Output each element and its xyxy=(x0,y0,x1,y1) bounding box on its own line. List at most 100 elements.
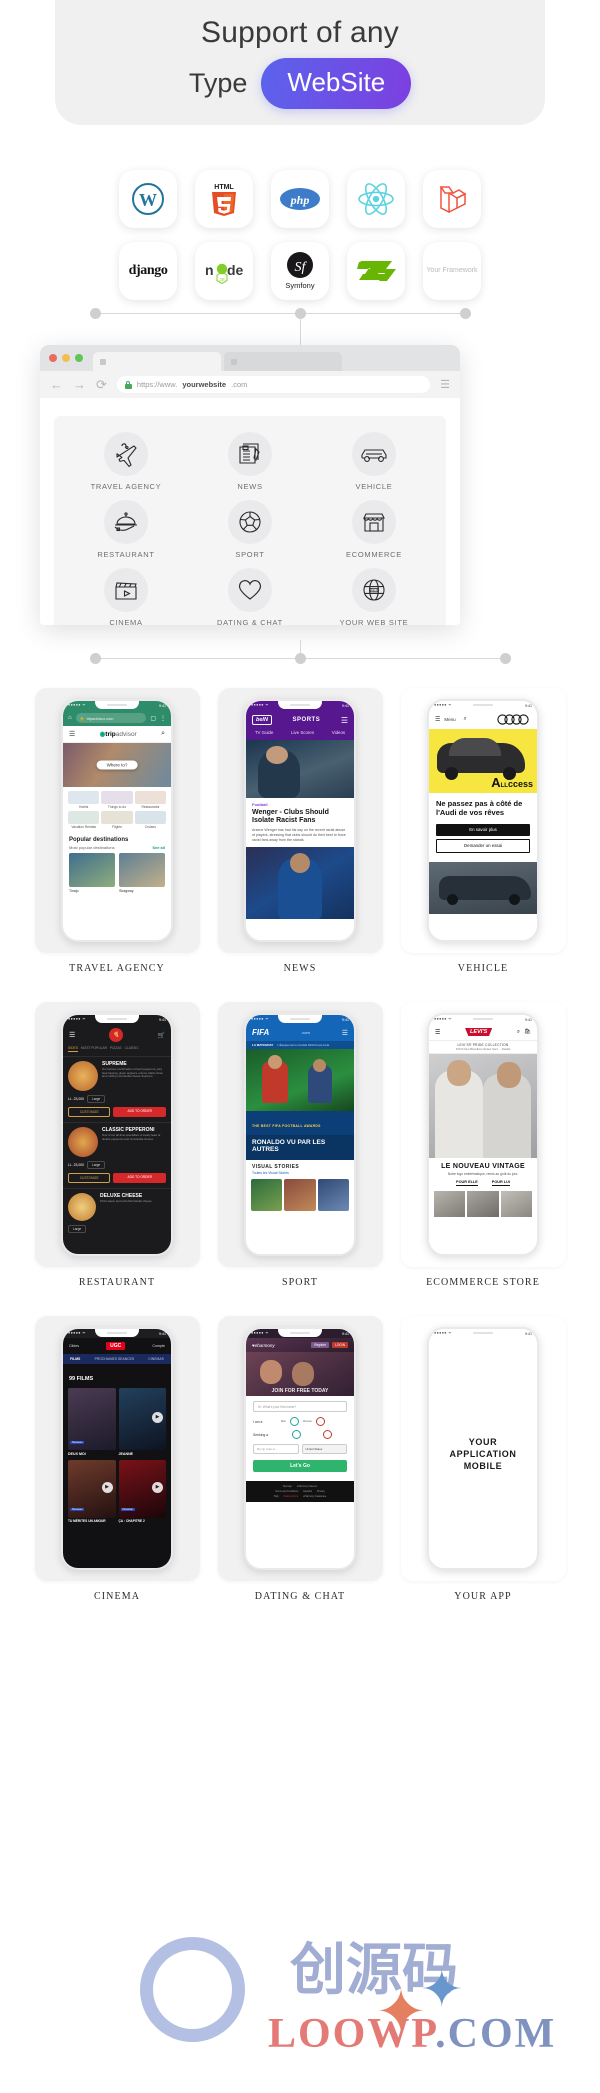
tab-live-scores[interactable]: Live Scores xyxy=(291,730,314,735)
btn-demander-essai[interactable]: Demander un essai xyxy=(436,838,530,853)
tab-classic[interactable]: CLASSIC xyxy=(125,1046,139,1052)
reload-icon[interactable]: ⟳ xyxy=(96,378,107,391)
hamburger-icon[interactable]: ☰ xyxy=(342,1029,348,1037)
tech-logo-django[interactable]: django xyxy=(119,242,177,300)
tile[interactable]: Things to do xyxy=(101,791,133,809)
tab-cinemas[interactable]: CINEMAS xyxy=(148,1357,163,1361)
lets-go-button[interactable]: Let's Go xyxy=(253,1460,347,1472)
login-button[interactable]: LOGIN xyxy=(332,1342,348,1348)
tab-videos[interactable]: Videos xyxy=(332,730,345,735)
film-card[interactable]: Nouveau DEUX MOI xyxy=(68,1388,116,1456)
menu-label[interactable]: Menu xyxy=(444,717,455,722)
destination-card[interactable]: Skagway xyxy=(119,853,165,893)
hero-website-pill[interactable]: WebSite xyxy=(261,58,412,109)
tab-films[interactable]: FILMS xyxy=(70,1357,80,1361)
nav-compte[interactable]: Compte xyxy=(152,1344,165,1348)
category-your-web-site[interactable]: http:// YOUR WEB SITE xyxy=(312,568,436,625)
product-thumb[interactable] xyxy=(467,1191,499,1217)
tab-tv-guide[interactable]: TV Guide xyxy=(255,730,274,735)
menu-item[interactable]: CLASSIC PEPPERONI One of our all-time sp… xyxy=(63,1122,171,1161)
tech-logo-wordpress[interactable]: W xyxy=(119,170,177,228)
tile[interactable]: Cruises xyxy=(134,811,166,829)
tab-most-popular[interactable]: MOST POPULAR xyxy=(81,1046,107,1052)
nav-sub[interactable]: L'Équipement mondial FIFA/Coca-Cola xyxy=(277,1043,329,1047)
tile[interactable]: Hotels xyxy=(68,791,100,809)
radio-seeking-woman[interactable] xyxy=(323,1430,332,1439)
category-vehicle[interactable]: VEHICLE xyxy=(312,432,436,491)
browser-menu-icon[interactable]: ☰ xyxy=(440,378,450,391)
register-button[interactable]: Register xyxy=(311,1342,330,1348)
tech-logo-nodejs[interactable]: n de JS xyxy=(195,242,253,300)
footer-link[interactable]: Dating Advice xyxy=(284,1495,299,1498)
film-card[interactable]: ▶ Nouveau ÇA : CHAPITRE 2 xyxy=(118,1460,166,1524)
overflow-icon[interactable]: ⋮ xyxy=(160,715,166,722)
tech-logo-react[interactable] xyxy=(347,170,405,228)
hamburger-icon[interactable]: ☰ xyxy=(435,716,440,723)
tile[interactable]: Flights xyxy=(101,811,133,829)
article-headline[interactable]: Wenger - Clubs Should Isolate Racist Fan… xyxy=(252,809,348,825)
see-all-link[interactable]: See all xyxy=(152,845,165,850)
category-ecommerce[interactable]: ECOMMERCE xyxy=(312,500,436,559)
maximize-window-dot[interactable] xyxy=(75,354,83,362)
search-icon[interactable]: ⌕ xyxy=(517,1029,520,1036)
address-bar[interactable]: https://www. yourwebsite .com xyxy=(116,376,431,393)
category-cinema[interactable]: CINEMA xyxy=(64,568,188,625)
nav-matchday[interactable]: LA MATCHDAY xyxy=(252,1043,273,1047)
first-name-input[interactable]: Hi. What's your first name? xyxy=(253,1401,347,1412)
customize-button[interactable]: CUSTOMIZE xyxy=(68,1173,111,1183)
customize-button[interactable]: CUSTOMIZE xyxy=(68,1107,111,1117)
tech-logo-zend[interactable] xyxy=(347,242,405,300)
radio-man[interactable] xyxy=(290,1417,300,1426)
tile[interactable]: Vacation Rentals xyxy=(68,811,100,829)
tech-logo-symfony[interactable]: Sf Symfony xyxy=(271,242,329,300)
footer-link[interactable]: Privacy xyxy=(317,1490,325,1493)
play-icon[interactable]: ▶ xyxy=(152,1412,163,1423)
cta-pour-elle[interactable]: POUR ELLE xyxy=(456,1180,478,1186)
play-icon[interactable]: ▶ xyxy=(101,1482,113,1493)
back-icon[interactable]: ← xyxy=(50,378,63,391)
bag-icon[interactable]: 🛍 xyxy=(524,1029,531,1036)
menu-item[interactable]: DELUXE CHEESE Pizza sauce and extra Mozz… xyxy=(63,1188,171,1225)
tab-pizzas[interactable]: PIZZAS xyxy=(110,1046,122,1052)
tech-logo-html5[interactable]: HTML xyxy=(195,170,253,228)
story-thumb[interactable] xyxy=(251,1179,283,1212)
tech-logo-your-framework[interactable]: Your Framework xyxy=(423,242,481,300)
cart-icon[interactable]: 🛒 xyxy=(158,1032,165,1039)
minimize-window-dot[interactable] xyxy=(62,354,70,362)
footer-link[interactable]: Help xyxy=(274,1495,279,1498)
home-icon[interactable]: ⌂ xyxy=(68,715,72,721)
search-chip[interactable]: Where to? xyxy=(96,760,138,770)
add-to-order-button[interactable]: ADD TO ORDER xyxy=(113,1173,166,1183)
size-select[interactable]: Large xyxy=(87,1095,106,1103)
tile[interactable]: Restaurants xyxy=(134,791,166,809)
zip-input[interactable]: My zip code is... xyxy=(253,1444,299,1454)
url-field[interactable]: 🔒 tripadvisor.com xyxy=(75,713,147,723)
tab-seances[interactable]: PROCHAINES SEANCES xyxy=(95,1357,135,1361)
radio-woman[interactable] xyxy=(315,1417,325,1426)
category-restaurant[interactable]: RESTAURANT xyxy=(64,500,188,559)
size-select[interactable]: Large xyxy=(68,1225,87,1233)
footer-link[interactable]: eHarmony Guarantee xyxy=(303,1495,326,1498)
section-link[interactable]: Toutes les Visual Stories xyxy=(252,1171,348,1175)
category-travel-agency[interactable]: TRAVEL AGENCY xyxy=(64,432,188,491)
search-icon[interactable]: ⌕ xyxy=(161,730,165,738)
film-card[interactable]: ▶ JEANNE xyxy=(118,1388,166,1456)
size-select[interactable]: Large xyxy=(87,1161,106,1169)
footer-link[interactable]: Terms and Conditions xyxy=(275,1490,298,1493)
browser-tab-active[interactable] xyxy=(93,352,221,371)
product-thumb[interactable] xyxy=(434,1191,466,1217)
hamburger-icon[interactable]: ☰ xyxy=(69,730,75,738)
tab-sides[interactable]: SIDES xyxy=(68,1046,78,1052)
browser-tab-inactive[interactable] xyxy=(224,352,342,371)
forward-icon[interactable]: → xyxy=(73,378,86,391)
cta-pour-lui[interactable]: POUR LUI xyxy=(491,1180,510,1186)
footer-link[interactable]: eHarmony Careers xyxy=(297,1485,317,1488)
hamburger-icon[interactable]: ☰ xyxy=(435,1029,440,1036)
menu-item[interactable]: SUPREME Our famous combination of beef p… xyxy=(63,1056,171,1095)
tabs-icon[interactable]: ▢ xyxy=(150,715,156,722)
story-thumb[interactable] xyxy=(317,1179,349,1212)
play-icon[interactable]: ▶ xyxy=(152,1482,163,1493)
headline[interactable]: RONALDO VU PAR LES AUTRES xyxy=(252,1139,348,1154)
hamburger-icon[interactable]: ☰ xyxy=(341,716,348,725)
category-dating-chat[interactable]: DATING & CHAT xyxy=(188,568,312,625)
